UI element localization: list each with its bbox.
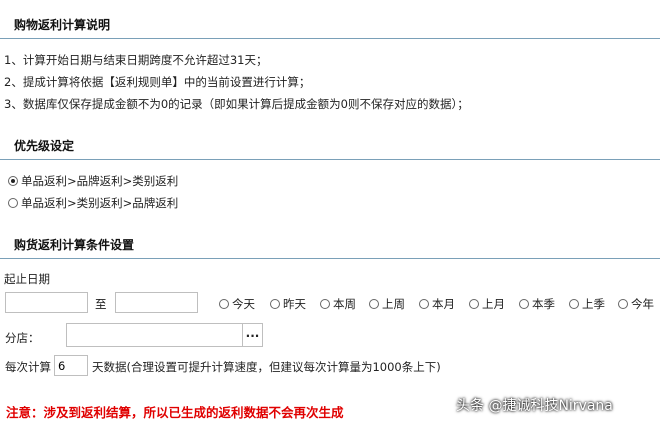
store-label: 分店： — [5, 331, 40, 345]
radio-icon[interactable] — [270, 299, 280, 309]
radio-icon-checked[interactable] — [8, 176, 18, 186]
quick-range-label: 本季 — [532, 297, 555, 311]
explain-item-2: 2、提成计算将依据【返利规则单】中的当前设置进行计算； — [4, 75, 311, 89]
batch-prefix-label: 每次计算 — [5, 360, 51, 374]
section-title-rebate-explain: 购物返利计算说明 — [0, 16, 660, 39]
watermark: 头条 @捷诚科技Nirvana — [456, 398, 613, 414]
quick-range-today[interactable]: 今天 — [219, 296, 255, 312]
quick-range-last-month[interactable]: 上月 — [469, 296, 505, 312]
to-label: 至 — [95, 297, 107, 311]
quick-range-this-month[interactable]: 本月 — [419, 296, 455, 312]
radio-icon[interactable] — [618, 299, 628, 309]
explain-item-1: 1、计算开始日期与结束日期跨度不允许超过31天； — [4, 53, 268, 67]
quick-range-yesterday[interactable]: 昨天 — [270, 296, 306, 312]
quick-range-last-week[interactable]: 上周 — [369, 296, 405, 312]
quick-range-label: 本月 — [432, 297, 455, 311]
quick-range-last-quarter[interactable]: 上季 — [569, 296, 605, 312]
store-input[interactable] — [66, 323, 243, 347]
warning-text: 注意：涉及到返利结算，所以已生成的返利数据不会再次生成 — [6, 405, 344, 420]
priority-option-1-label: 单品返利>品牌返利>类别返利 — [21, 174, 179, 188]
section-title-priority: 优先级设定 — [0, 137, 660, 160]
batch-suffix-label: 天数据(合理设置可提升计算速度，但建议每次计算量为1000条上下) — [92, 360, 441, 374]
priority-option-2[interactable]: 单品返利>类别返利>品牌返利 — [8, 195, 178, 211]
radio-icon[interactable] — [320, 299, 330, 309]
explain-item-3: 3、数据库仅保存提成金额不为0的记录（即如果计算后提成金额为0则不保存对应的数据… — [4, 97, 469, 111]
quick-range-label: 今天 — [232, 297, 255, 311]
radio-icon[interactable] — [419, 299, 429, 309]
radio-icon[interactable] — [519, 299, 529, 309]
quick-range-this-week[interactable]: 本周 — [320, 296, 356, 312]
radio-icon[interactable] — [219, 299, 229, 309]
radio-icon[interactable] — [369, 299, 379, 309]
quick-range-this-year[interactable]: 今年 — [618, 296, 654, 312]
quick-range-label: 今年 — [631, 297, 654, 311]
quick-range-label: 上周 — [382, 297, 405, 311]
batch-days-input[interactable] — [54, 355, 88, 376]
quick-range-label: 本周 — [333, 297, 356, 311]
priority-option-1[interactable]: 单品返利>品牌返利>类别返利 — [8, 173, 178, 189]
end-date-input[interactable] — [115, 292, 198, 313]
radio-icon[interactable] — [469, 299, 479, 309]
section-title-conditions: 购货返利计算条件设置 — [0, 236, 660, 259]
quick-range-label: 昨天 — [283, 297, 306, 311]
priority-option-2-label: 单品返利>类别返利>品牌返利 — [21, 196, 179, 210]
store-browse-button[interactable]: ... — [243, 323, 263, 347]
start-date-input[interactable] — [5, 292, 88, 313]
quick-range-this-quarter[interactable]: 本季 — [519, 296, 555, 312]
quick-range-label: 上季 — [582, 297, 605, 311]
date-range-label: 起止日期 — [4, 272, 50, 286]
radio-icon[interactable] — [8, 198, 18, 208]
radio-icon[interactable] — [569, 299, 579, 309]
quick-range-label: 上月 — [482, 297, 505, 311]
